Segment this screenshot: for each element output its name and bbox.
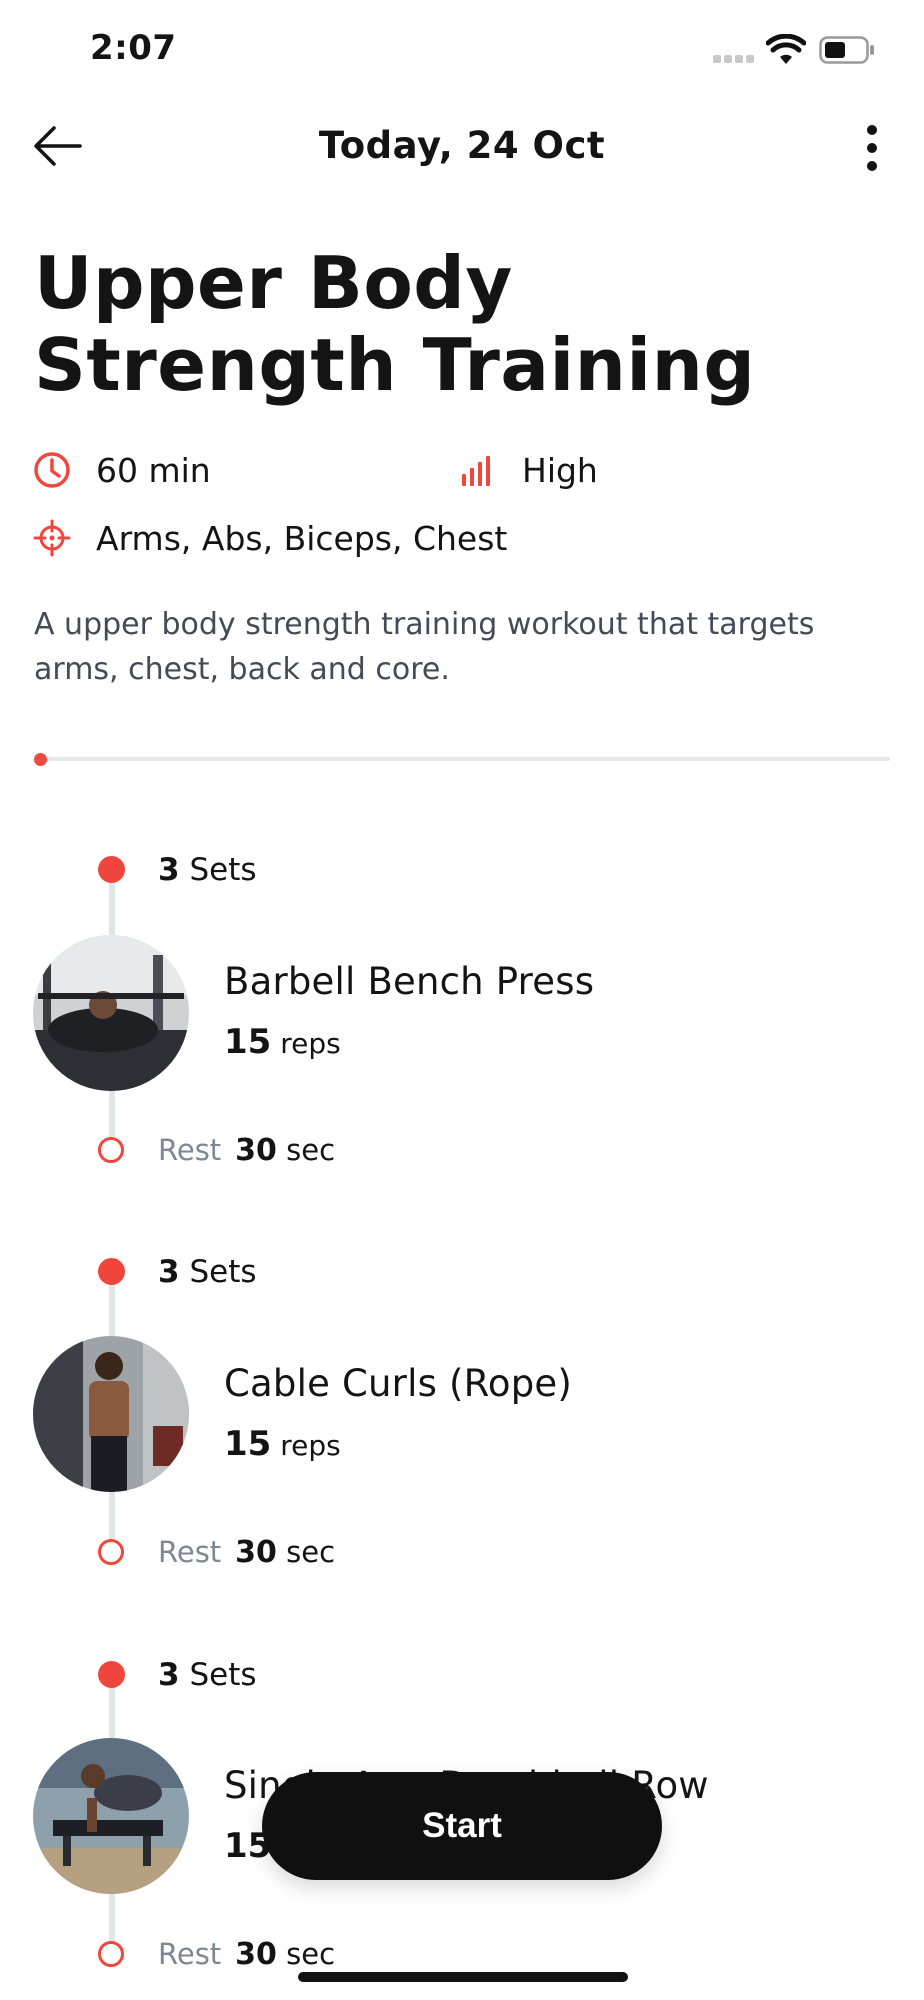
target-muscles-info: Arms, Abs, Biceps, Chest [32,518,507,558]
exercise-thumbnail-dumbbell-row[interactable] [33,1738,189,1894]
cellular-signal-icon [713,55,755,65]
intensity-bars-icon [462,456,490,486]
set-marker [98,1661,125,1688]
exercise-thumbnail-bench-press[interactable] [33,935,189,1091]
exercise-thumbnail-cable-curls[interactable] [33,1336,189,1492]
clock-icon [34,452,70,488]
progress-indicator [34,753,47,766]
set-marker [98,856,125,883]
home-indicator[interactable] [298,1972,628,1982]
duration-info: 60 min [32,450,211,490]
rest-marker [98,1941,124,1967]
workout-title-line-2: Strength Training [34,323,756,407]
workout-description: A upper body strength training workout t… [34,607,815,687]
workout-title-line-1: Upper Body [34,241,513,325]
sets-count: 3 Sets [158,1254,257,1290]
rest-info: Rest 30 sec [158,1937,336,1972]
exercise-name: Barbell Bench Press [224,960,595,1003]
rest-marker [98,1539,124,1565]
more-options-icon[interactable] [860,122,884,174]
exercise-reps: 15 reps [224,1022,341,1062]
sets-count: 3 Sets [158,1657,257,1693]
exercise-name: Cable Curls (Rope) [224,1362,573,1405]
rest-info: Rest 30 sec [158,1535,336,1570]
duration-text: 60 min [96,450,211,490]
status-time: 2:07 [90,28,177,68]
wifi-icon [766,34,806,64]
intensity-text: High [522,450,598,490]
start-workout-button[interactable]: Start [262,1772,662,1880]
target-crosshair-icon [33,519,71,557]
exercise-reps: 15 reps [224,1424,341,1464]
set-marker [98,1258,125,1285]
sets-count: 3 Sets [158,852,257,888]
progress-track [40,757,890,761]
rest-info: Rest 30 sec [158,1133,336,1168]
intensity-info: High [458,450,598,490]
target-muscles-text: Arms, Abs, Biceps, Chest [96,518,508,558]
rest-marker [98,1137,124,1163]
battery-icon [819,36,874,64]
header-date-title: Today, 24 Oct [318,124,606,167]
workout-title: Upper Body Strength Training [34,242,755,406]
